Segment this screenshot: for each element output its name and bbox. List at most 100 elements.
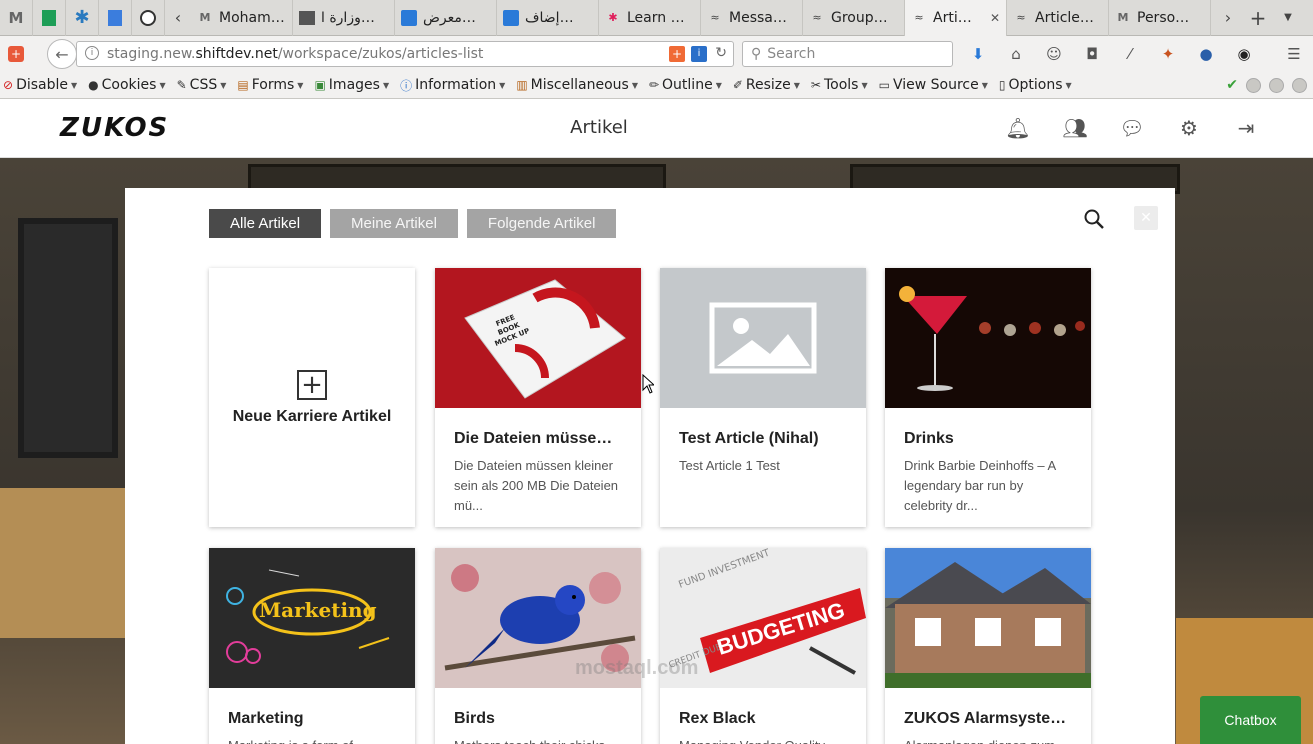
- chatbox-button[interactable]: Chatbox: [1200, 696, 1301, 744]
- gmail-icon: M: [8, 8, 24, 27]
- article-title: Drinks: [904, 430, 954, 447]
- article-card[interactable]: FREE BOOK MOCK UP Die Dateien müssen … D…: [435, 268, 641, 527]
- pinned-tab-olx[interactable]: [132, 0, 165, 36]
- article-card[interactable]: Birds Mothers teach their chicks: [435, 548, 641, 744]
- pocket-icon[interactable]: ◘: [1079, 41, 1105, 67]
- chevron-down-icon: ▼: [159, 80, 166, 90]
- pinned-tab-gmail[interactable]: M: [0, 0, 33, 36]
- cookies-icon: ●: [88, 78, 99, 92]
- chevron-down-icon: ▼: [71, 80, 78, 90]
- tabs-scroll-right-icon[interactable]: ›: [1215, 0, 1241, 36]
- devbar-menu-disable[interactable]: ⊘ Disable ▼: [3, 77, 77, 94]
- browser-tab[interactable]: M Perso…: [1109, 0, 1211, 36]
- back-button[interactable]: ←: [47, 39, 77, 69]
- filter-all-articles[interactable]: Alle Artikel: [209, 209, 322, 238]
- plus-icon: +: [297, 369, 327, 400]
- browser-tab[interactable]: إضاف…: [497, 0, 599, 36]
- emoji-icon[interactable]: ☺: [1041, 41, 1067, 67]
- check-icon: ✔: [1226, 77, 1238, 93]
- reload-icon[interactable]: ↻: [715, 45, 727, 61]
- browser-tab-label: وزارة ا…: [321, 9, 375, 26]
- home-icon[interactable]: ⌂: [1003, 41, 1029, 67]
- window-maximize-icon[interactable]: [1269, 77, 1284, 93]
- extension-icon[interactable]: ✦: [1155, 41, 1181, 67]
- devbar-menu-label: Information: [415, 77, 497, 93]
- window-minimize-icon[interactable]: [1246, 77, 1261, 93]
- pinned-tab-docs[interactable]: [99, 0, 132, 36]
- resize-icon: ✐: [732, 78, 743, 92]
- article-title: Marketing: [228, 710, 304, 727]
- marketing-chalkboard-text: Marketing: [259, 598, 377, 622]
- logout-icon[interactable]: ⇥: [1231, 115, 1261, 141]
- devbar-menu-view-source[interactable]: ▭ View Source ▼: [879, 77, 988, 94]
- zukos-icon: ≈: [812, 11, 822, 24]
- article-image-placeholder: [660, 268, 866, 408]
- dropper-icon[interactable]: ⁄: [1117, 41, 1143, 67]
- search-icon[interactable]: [1083, 208, 1105, 230]
- devbar-menu-information[interactable]: ⓘ Information ▼: [400, 77, 505, 94]
- notifications-bell-icon[interactable]: 🔔︎: [1003, 115, 1033, 141]
- tabs-scroll-left-icon[interactable]: ‹: [165, 0, 191, 36]
- article-description: Managing Vendor Quality Risk: [679, 736, 847, 744]
- browser-tab[interactable]: وزارة ا…: [293, 0, 395, 36]
- firefox-menu-icon[interactable]: +: [2, 40, 30, 68]
- addon-plus-icon[interactable]: +: [669, 46, 685, 62]
- chevron-down-icon: ▼: [382, 80, 390, 90]
- devbar-menu-tools[interactable]: ✂ Tools ▼: [811, 77, 868, 94]
- watermark: mostaql.com: [575, 657, 699, 679]
- devbar-menu-options[interactable]: ▯ Options ▼: [999, 77, 1072, 94]
- camera-icon[interactable]: ◉: [1231, 41, 1257, 67]
- image-placeholder-icon: [709, 302, 817, 374]
- close-icon[interactable]: ✕: [1134, 206, 1158, 230]
- tab-close-icon[interactable]: ✕: [990, 11, 1000, 25]
- browser-tab[interactable]: ≈ Arti… ✕: [905, 0, 1007, 36]
- devbar-menu-css[interactable]: ✎ CSS ▼: [177, 77, 227, 94]
- olx-icon: [140, 9, 156, 26]
- messages-icon[interactable]: 💬︎: [1117, 115, 1147, 141]
- zukos-logo[interactable]: ZUKOS: [60, 113, 169, 143]
- download-icon[interactable]: ⬇: [965, 41, 991, 67]
- browser-tab[interactable]: ≈ Group…: [803, 0, 905, 36]
- devbar-menu-miscellaneous[interactable]: ▥ Miscellaneous ▼: [516, 77, 638, 94]
- devbar-menu-images[interactable]: ▣ Images ▼: [314, 77, 389, 94]
- article-card[interactable]: Test Article (Nihal) Test Article 1 Test: [660, 268, 866, 527]
- outline-icon: ✏: [648, 78, 660, 92]
- devbar-menu-resize[interactable]: ✐ Resize ▼: [733, 77, 800, 94]
- devbar-menu-outline[interactable]: ✏ Outline ▼: [649, 77, 722, 94]
- article-title: Birds: [454, 710, 495, 727]
- slack-icon: ✱: [608, 11, 618, 24]
- article-card[interactable]: FUND INVESTMENT CREDIT DUE BUDGETING Rex…: [660, 548, 866, 744]
- devbar-menu-forms[interactable]: ▤ Forms ▼: [237, 77, 303, 94]
- hamburger-menu-icon[interactable]: ☰: [1281, 41, 1307, 67]
- browser-tab[interactable]: ≈ Messa…: [701, 0, 803, 36]
- pinned-tab-jira[interactable]: ✱: [66, 0, 99, 36]
- browser-tab[interactable]: ≈ Article…: [1007, 0, 1109, 36]
- filter-my-articles[interactable]: Meine Artikel: [330, 209, 458, 238]
- article-card[interactable]: ZUKOS Alarmsysteme Alarmanlagen dienen z…: [885, 548, 1091, 744]
- contacts-icon[interactable]: 👥︎: [1060, 115, 1090, 141]
- window-close-icon[interactable]: [1292, 77, 1307, 93]
- article-title: ZUKOS Alarmsysteme: [904, 710, 1072, 727]
- new-tab-icon[interactable]: +: [1241, 0, 1275, 36]
- devbar-menu-label: Miscellaneous: [530, 77, 629, 93]
- browser-tab[interactable]: ✱ Learn …: [599, 0, 701, 36]
- devbar-menu-cookies[interactable]: ● Cookies ▼: [88, 77, 165, 94]
- profile-icon[interactable]: ●: [1193, 41, 1219, 67]
- article-description: Test Article 1 Test: [679, 458, 780, 473]
- url-bar[interactable]: i staging.new. shiftdev.net/workspace/zuk…: [76, 41, 734, 67]
- filter-following-articles[interactable]: Folgende Artikel: [466, 209, 617, 238]
- browser-tab[interactable]: معرض…: [395, 0, 497, 36]
- tab-list-icon[interactable]: ▼: [1275, 0, 1301, 36]
- accessibility-icon[interactable]: i: [691, 46, 707, 62]
- search-bar[interactable]: ⚲ Search: [742, 41, 953, 67]
- article-image-marketing: Marketing: [209, 548, 415, 688]
- settings-gear-icon[interactable]: ⚙: [1174, 115, 1204, 141]
- new-article-card[interactable]: + Neue Karriere Artikel: [209, 268, 415, 527]
- article-description: Marketing is a form of: [228, 736, 396, 744]
- pinned-tab-sheets[interactable]: [33, 0, 66, 36]
- article-card[interactable]: Marketing Marketing Marketing is a form …: [209, 548, 415, 744]
- article-title: Rex Black: [679, 710, 756, 727]
- article-card[interactable]: Drinks Drink Barbie Deinhoffs – A legend…: [885, 268, 1091, 527]
- browser-tab[interactable]: M Mohame…: [191, 0, 293, 36]
- zukos-icon: ≈: [1016, 11, 1026, 24]
